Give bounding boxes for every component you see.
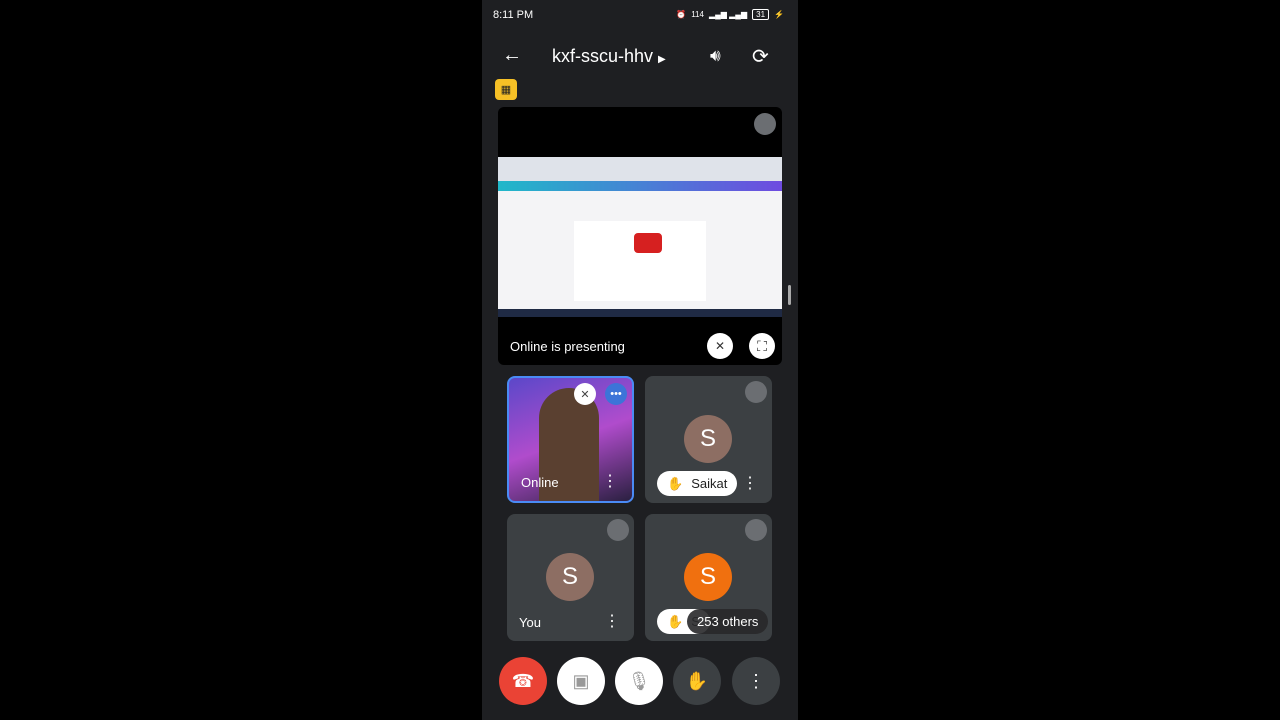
camera-off-icon: ▣: [572, 670, 590, 691]
participant-tile-you[interactable]: S You ⋮: [507, 514, 634, 641]
meeting-code[interactable]: kxf-sscu-hhv ▶: [552, 46, 666, 67]
mic-off-icon: [607, 519, 629, 541]
participant-tile-online[interactable]: ✕ ••• Online ⋮: [507, 376, 634, 503]
participant-name: Saikat: [691, 476, 728, 491]
mic-off-icon: 🎙︎: [627, 670, 651, 691]
participant-name: You: [519, 615, 541, 630]
net-speed: 114: [691, 10, 704, 19]
hand-icon: ✋: [667, 475, 684, 491]
more-options-icon[interactable]: ⋮: [602, 471, 618, 491]
participant-tile-others[interactable]: S ✋S 253 others: [645, 514, 772, 641]
participant-name: Online: [521, 475, 559, 490]
back-arrow-icon[interactable]: ←: [502, 44, 522, 67]
avatar: S: [684, 553, 732, 601]
charging-icon: ⚡: [774, 10, 784, 19]
hand-icon: ✋: [685, 670, 709, 691]
participant-tile-saikat[interactable]: S ✋ Saikat ⋮: [645, 376, 772, 503]
more-options-icon[interactable]: ⋮: [604, 611, 620, 631]
meeting-code-text: kxf-sscu-hhv: [552, 46, 654, 66]
more-options-icon[interactable]: ⋮: [742, 473, 758, 493]
raised-hand-pill: ✋ Saikat: [657, 471, 738, 496]
chevron-right-icon: ▶: [658, 54, 666, 65]
mic-off-icon: [745, 381, 767, 403]
alarm-icon: ⏰: [676, 10, 687, 19]
mic-toggle-button[interactable]: 🎙︎: [615, 657, 663, 705]
unpin-icon[interactable]: ✕: [707, 333, 733, 359]
switch-camera-icon[interactable]: ⟳: [752, 44, 769, 69]
status-time: 8:11 PM: [493, 9, 534, 21]
presentation-tile[interactable]: Online is presenting ✕ ⛶: [498, 107, 782, 365]
mic-off-icon: [754, 113, 776, 135]
unpin-icon[interactable]: ✕: [574, 383, 596, 405]
more-vert-icon: ⋮: [747, 670, 765, 691]
scrollbar[interactable]: [788, 285, 791, 305]
meet-app: 8:11 PM ⏰ 114 ▂▄▆ ▂▄▆ 31 ⚡ ← kxf-sscu-hhv ▶ …: [482, 0, 798, 720]
recording-badge-icon[interactable]: ▦: [495, 79, 517, 100]
battery: 31: [752, 9, 770, 20]
more-button[interactable]: ⋮: [732, 657, 780, 705]
mic-off-icon: [745, 519, 767, 541]
phone-hangup-icon: ☎: [511, 670, 535, 691]
fullscreen-icon[interactable]: ⛶: [749, 333, 775, 359]
raise-hand-button[interactable]: ✋: [673, 657, 721, 705]
end-call-button[interactable]: ☎: [499, 657, 547, 705]
camera-toggle-button[interactable]: ▣: [557, 657, 605, 705]
avatar: S: [546, 553, 594, 601]
others-count[interactable]: 253 others: [687, 609, 769, 634]
speaker-icon[interactable]: 🔊︎: [710, 46, 721, 66]
speaking-indicator-icon: •••: [605, 383, 627, 405]
avatar: S: [684, 415, 732, 463]
status-icons: ⏰ 114 ▂▄▆ ▂▄▆ 31 ⚡: [676, 9, 784, 20]
presenting-label: Online is presenting: [510, 339, 625, 354]
shared-screen: [498, 157, 782, 317]
hand-icon: ✋: [667, 613, 684, 629]
signal-icon: ▂▄▆ ▂▄▆: [708, 10, 748, 19]
